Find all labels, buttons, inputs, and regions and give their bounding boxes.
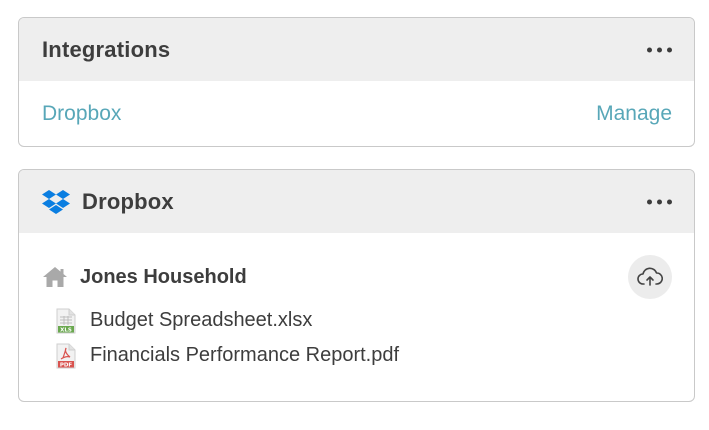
manage-link[interactable]: Manage: [596, 102, 672, 126]
dropbox-card-body: Jones Household XLS Budget Spreadsheet.x…: [19, 255, 694, 373]
home-icon: [43, 267, 67, 287]
integrations-more-button[interactable]: [645, 41, 674, 58]
integration-dropbox-link[interactable]: Dropbox: [42, 102, 121, 126]
dropbox-more-button[interactable]: [645, 193, 674, 210]
dropbox-card-header: Dropbox: [19, 170, 694, 233]
integrations-card: Integrations Dropbox Manage: [18, 17, 695, 147]
dropbox-card: Dropbox Jones Household XLS Budget Sprea…: [18, 169, 695, 402]
svg-text:XLS: XLS: [60, 327, 72, 333]
more-horizontal-icon: [667, 47, 672, 52]
more-horizontal-icon: [667, 199, 672, 204]
more-horizontal-icon: [647, 47, 652, 52]
more-horizontal-icon: [657, 47, 662, 52]
file-name: Budget Spreadsheet.xlsx: [90, 309, 313, 331]
file-list: XLS Budget Spreadsheet.xlsx PDF Financia…: [42, 303, 672, 373]
more-horizontal-icon: [657, 199, 662, 204]
integration-row: Dropbox Manage: [19, 81, 694, 146]
dropbox-title: Dropbox: [82, 188, 174, 214]
upload-button[interactable]: [628, 255, 672, 299]
xls-file-icon: XLS: [56, 308, 76, 333]
file-name: Financials Performance Report.pdf: [90, 344, 400, 366]
file-item[interactable]: PDF Financials Performance Report.pdf: [56, 338, 672, 373]
file-item[interactable]: XLS Budget Spreadsheet.xlsx: [56, 303, 672, 338]
folder-name: Jones Household: [80, 265, 247, 288]
pdf-file-icon: PDF: [56, 343, 76, 368]
folder-row[interactable]: Jones Household: [42, 255, 672, 299]
svg-text:PDF: PDF: [60, 362, 73, 368]
integrations-card-header: Integrations: [19, 18, 694, 81]
integrations-title: Integrations: [42, 36, 171, 62]
dropbox-logo-icon: [42, 189, 70, 214]
cloud-upload-icon: [637, 267, 663, 286]
more-horizontal-icon: [647, 199, 652, 204]
